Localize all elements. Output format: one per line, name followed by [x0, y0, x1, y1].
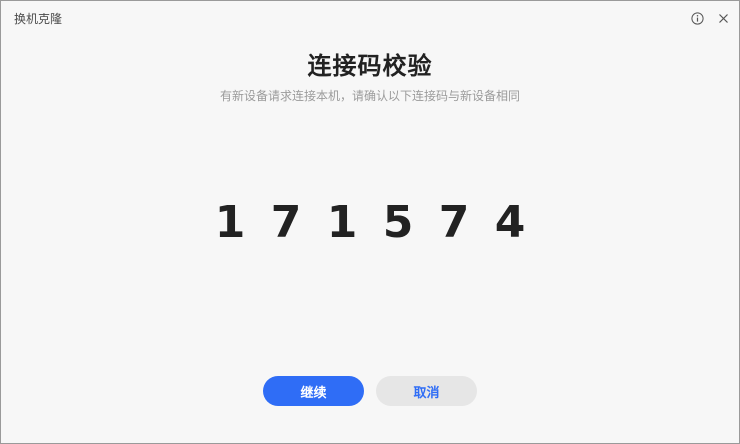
code-digit-1: 1: [214, 197, 246, 248]
close-icon: [718, 13, 728, 23]
connection-code: 1 7 1 5 7 4: [1, 197, 739, 248]
code-digit-6: 4: [494, 197, 526, 248]
code-digit-2: 7: [270, 197, 302, 248]
titlebar: 换机克隆: [1, 1, 739, 35]
app-window: 换机克隆 连接码校验 有新设备请求连接本机，请确认以下连接码与新设备相同 1 7…: [0, 0, 740, 444]
info-icon: [690, 11, 704, 25]
code-digit-5: 7: [438, 197, 470, 248]
app-title: 换机克隆: [14, 12, 63, 26]
code-digit-4: 5: [382, 197, 414, 248]
page-subtitle: 有新设备请求连接本机，请确认以下连接码与新设备相同: [219, 89, 520, 103]
continue-button[interactable]: 继续: [263, 376, 364, 406]
page-title: 连接码校验: [307, 52, 433, 80]
code-digit-3: 1: [326, 197, 358, 248]
close-button[interactable]: [714, 9, 732, 27]
cancel-button[interactable]: 取消: [376, 376, 477, 406]
info-button[interactable]: [688, 9, 706, 27]
